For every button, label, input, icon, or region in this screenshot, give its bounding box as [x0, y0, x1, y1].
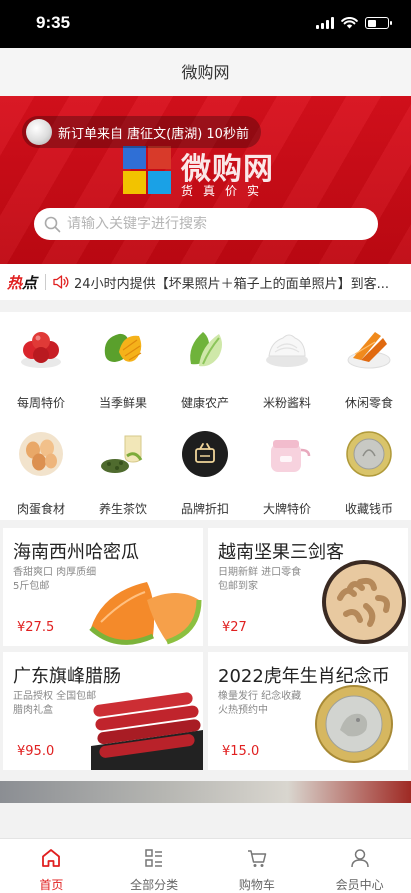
- category-label: 肉蛋食材: [16, 502, 65, 516]
- signal-icon: [316, 17, 334, 29]
- promo-photo-strip[interactable]: [0, 781, 411, 803]
- product-card-sausage[interactable]: 广东旗峰腊肠 正品授权 全国包邮 腊肉礼盒 ¥95.0: [3, 652, 203, 770]
- category-item-brand-discount[interactable]: 品牌折扣: [164, 430, 246, 517]
- tea-icon: [101, 435, 143, 473]
- search-bar[interactable]: [34, 208, 378, 240]
- product-card-nuts[interactable]: 越南坚果三剑客 日期新鲜 进口零食 包邮到家 ¥27: [208, 528, 408, 646]
- product-price: ¥27: [222, 620, 247, 635]
- tab-label: 全部分类: [130, 878, 179, 892]
- vegetable-icon: [190, 332, 222, 367]
- hot-news-text[interactable]: 24小时内提供【坏果照片＋箱子上的面单照片】到客...: [74, 273, 399, 292]
- hot-label: 热点: [7, 272, 37, 293]
- product-desc: 橡量发行 纪念收藏 火热预约中: [218, 691, 302, 716]
- search-input[interactable]: [67, 216, 378, 232]
- home-icon: [42, 849, 61, 867]
- mango-icon: [104, 333, 142, 362]
- coin-image: [315, 685, 393, 763]
- category-label: 健康农产: [180, 396, 229, 410]
- status-icons: [316, 17, 392, 29]
- wifi-icon: [341, 17, 358, 29]
- cooker-icon: [271, 440, 311, 472]
- category-item-farm-products[interactable]: 健康农产: [164, 324, 246, 411]
- logo-slogan: 货真价实: [181, 184, 270, 198]
- category-item-meat-eggs[interactable]: 肉蛋食材: [0, 430, 82, 517]
- category-icon: [145, 849, 163, 867]
- tab-label: 首页: [39, 878, 64, 892]
- melon-image: [89, 582, 202, 645]
- category-item-snacks[interactable]: 休闲零食: [328, 324, 410, 411]
- order-notification: 新订单来自 唐征文(唐湖) 10秒前: [22, 116, 261, 148]
- status-time: 9:35: [36, 13, 71, 32]
- product-card-hami-melon[interactable]: 海南西州哈密瓜 香甜爽口 肉厚质细 5斤包邮 ¥27.5: [3, 528, 203, 646]
- user-icon: [350, 849, 369, 868]
- category-item-rice-noodles-sauce[interactable]: 米粉酱料: [246, 324, 328, 411]
- cart-icon: [247, 850, 267, 867]
- product-price: ¥15.0: [222, 744, 260, 759]
- tab-cart[interactable]: 购物车: [206, 839, 309, 893]
- category-label: 米粉酱料: [262, 396, 311, 410]
- category-label: 每周特价: [16, 396, 65, 410]
- category-item-coins[interactable]: 收藏钱币: [328, 430, 410, 517]
- search-icon: [44, 216, 61, 232]
- category-label: 养生茶饮: [98, 502, 147, 516]
- product-desc: 正品授权 全国包邮 腊肉礼盒: [13, 691, 97, 716]
- category-label: 品牌折扣: [180, 502, 229, 516]
- category-grid: 每周特价 当季鲜果 健康农产 米粉酱料 休闲零食 肉蛋食材 养生茶饮 品牌折扣 …: [0, 312, 411, 520]
- bottom-tab-bar: 首页 全部分类 购物车 会员中心: [0, 838, 411, 893]
- sausage-image: [91, 692, 203, 770]
- nuts-image: [322, 560, 406, 644]
- category-item-big-brand-sale[interactable]: 大牌特价: [246, 430, 328, 517]
- apples-icon: [21, 332, 61, 368]
- tab-member-center[interactable]: 会员中心: [308, 839, 411, 893]
- product-desc: 日期新鲜 进口零食 包邮到家: [218, 567, 302, 592]
- tab-label: 会员中心: [335, 878, 384, 892]
- brand-icon: [182, 431, 228, 477]
- category-item-weekly-deals[interactable]: 每周特价: [0, 324, 82, 411]
- product-card-tiger-coin[interactable]: 2022虎年生肖纪念币 橡量发行 纪念收藏 火热预约中 ¥15.0: [208, 652, 408, 770]
- tab-all-categories[interactable]: 全部分类: [103, 839, 206, 893]
- page-title: 微购网: [0, 48, 411, 96]
- battery-icon: [365, 17, 392, 29]
- category-label: 大牌特价: [262, 502, 311, 516]
- speaker-icon: [53, 275, 69, 289]
- hot-label-part1: 热: [7, 273, 23, 292]
- eggs-icon: [19, 432, 63, 476]
- category-label: 当季鲜果: [98, 396, 147, 410]
- coin-icon: [346, 431, 392, 477]
- category-label: 收藏钱币: [344, 502, 393, 516]
- divider: [45, 274, 47, 290]
- status-bar: 9:35: [0, 0, 411, 48]
- category-label: 休闲零食: [344, 396, 393, 410]
- rice-noodle-icon: [266, 334, 308, 367]
- snack-icon: [347, 332, 391, 369]
- category-item-seasonal-fruit[interactable]: 当季鲜果: [82, 324, 164, 411]
- tab-home[interactable]: 首页: [0, 839, 103, 893]
- product-grid: 海南西州哈密瓜 香甜爽口 肉厚质细 5斤包邮 ¥27.5 越南坚果三剑客 日期新…: [0, 528, 411, 774]
- product-price: ¥95.0: [17, 744, 55, 759]
- order-notification-text: 新订单来自 唐征文(唐湖) 10秒前: [58, 126, 249, 142]
- category-item-tea[interactable]: 养生茶饮: [82, 430, 164, 517]
- avatar: [26, 119, 52, 145]
- logo-mark-icon: [123, 146, 171, 194]
- product-price: ¥27.5: [17, 620, 55, 635]
- tab-label: 购物车: [238, 878, 275, 892]
- hot-label-part2: 点: [22, 273, 38, 292]
- hero-banner[interactable]: 微购网 货真价实 新订单来自 唐征文(唐湖) 10秒前: [0, 96, 411, 264]
- hot-news-bar[interactable]: 热点 24小时内提供【坏果照片＋箱子上的面单照片】到客...: [0, 264, 411, 300]
